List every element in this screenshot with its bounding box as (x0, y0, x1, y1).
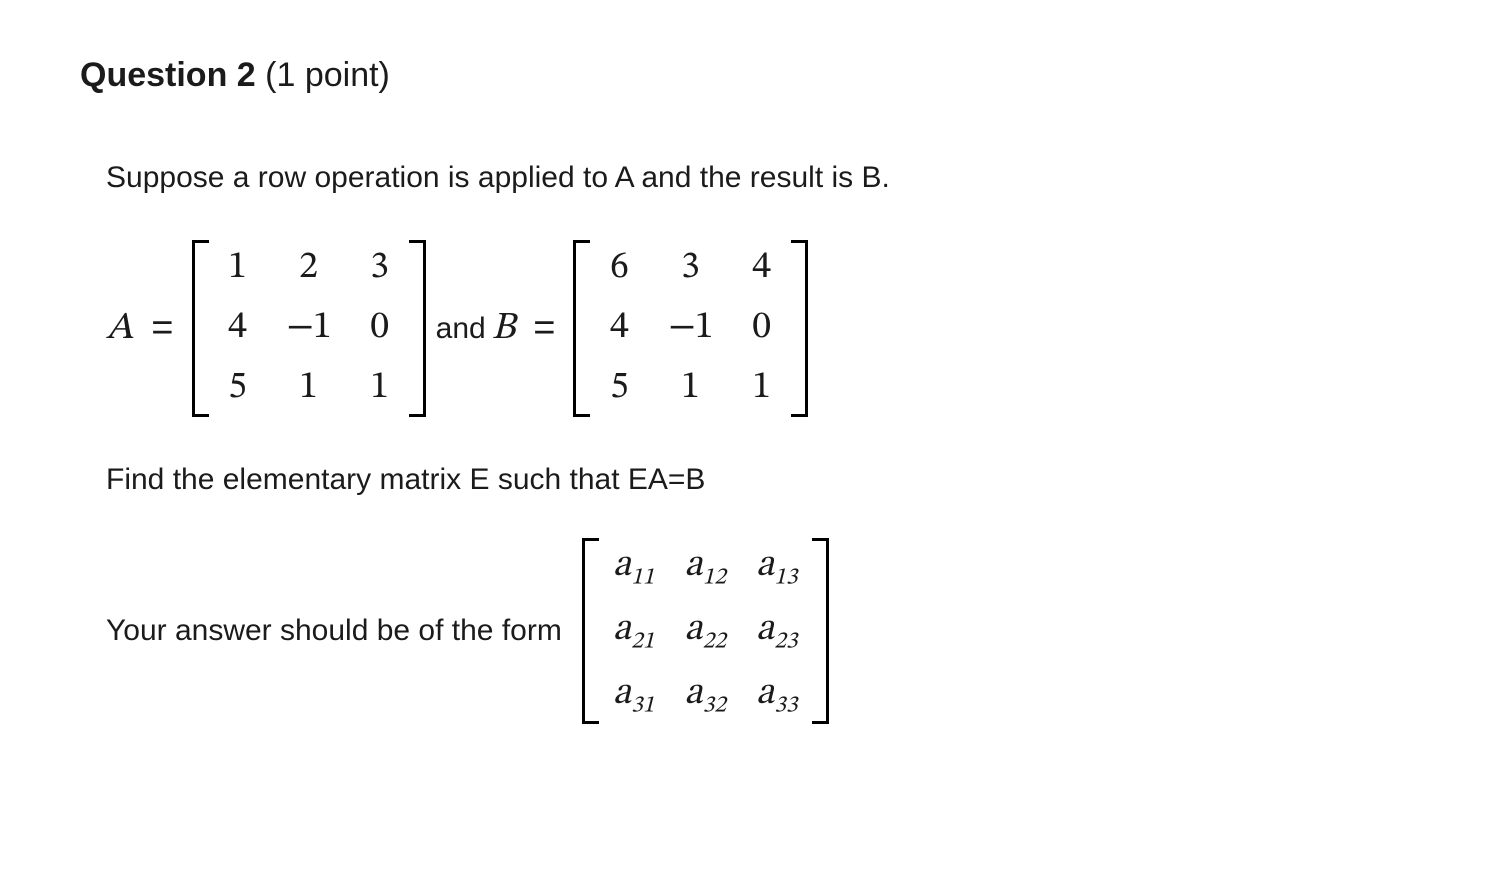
intro-text: Suppose a row operation is applied to A … (106, 155, 1432, 200)
answer-lead-text: Your answer should be of the form (106, 614, 562, 648)
matrix-equation: A = 1 2 3 4 −1 0 5 1 1 and B = 6 3 (106, 240, 1432, 417)
B-r1c2: 3 (668, 248, 712, 290)
matrix-A-body: 1 2 3 4 −1 0 5 1 1 (215, 240, 403, 417)
A-r1c2: 2 (287, 248, 331, 290)
equals-sign-1: = (133, 307, 191, 350)
matrix-A: 1 2 3 4 −1 0 5 1 1 (192, 240, 426, 417)
answer-form-row: Your answer should be of the form a11 a1… (106, 538, 1432, 723)
E-r3c3: a33 (756, 674, 798, 716)
A-r1c3: 3 (365, 248, 395, 290)
E-r3c2: a32 (684, 674, 726, 716)
A-r3c1: 5 (223, 368, 253, 410)
right-bracket-icon (812, 538, 829, 723)
E-r1c2: a12 (684, 546, 726, 588)
right-bracket-icon (791, 240, 808, 417)
question-header: Question 2 (1 point) (80, 56, 1432, 95)
B-r2c3: 0 (747, 308, 777, 350)
B-r2c2: −1 (668, 308, 712, 350)
E-r2c3: a23 (756, 610, 798, 652)
mid-text: Find the elementary matrix E such that E… (106, 457, 1432, 502)
question-page: Question 2 (1 point) Suppose a row opera… (0, 0, 1512, 764)
B-r1c1: 6 (604, 248, 634, 290)
B-r3c3: 1 (747, 368, 777, 410)
E-r3c1: a31 (613, 674, 655, 716)
A-r2c2: −1 (287, 308, 331, 350)
question-label: Question 2 (80, 56, 256, 94)
matrix-B-body: 6 3 4 4 −1 0 5 1 1 (596, 240, 784, 417)
left-bracket-icon (573, 240, 590, 417)
E-r1c1: a11 (613, 546, 655, 588)
A-r2c3: 0 (365, 308, 395, 350)
E-r2c2: a22 (684, 610, 726, 652)
right-bracket-icon (409, 240, 426, 417)
question-points-value: (1 point) (265, 56, 390, 94)
left-bracket-icon (582, 538, 599, 723)
B-r3c1: 5 (604, 368, 634, 410)
B-r1c3: 4 (747, 248, 777, 290)
B-r2c1: 4 (604, 308, 634, 350)
and-text: and (426, 312, 492, 346)
A-r3c3: 1 (365, 368, 395, 410)
matrix-E-body: a11 a12 a13 a21 a22 a23 a31 a32 a33 (605, 538, 806, 723)
var-B: B (492, 305, 515, 353)
var-A: A (106, 305, 133, 353)
matrix-E-template: a11 a12 a13 a21 a22 a23 a31 a32 a33 (582, 538, 829, 723)
left-bracket-icon (192, 240, 209, 417)
equals-sign-2: = (515, 307, 573, 350)
A-r1c1: 1 (223, 248, 253, 290)
B-r3c2: 1 (668, 368, 712, 410)
E-r1c3: a13 (756, 546, 798, 588)
A-r2c1: 4 (223, 308, 253, 350)
A-r3c2: 1 (287, 368, 331, 410)
matrix-B: 6 3 4 4 −1 0 5 1 1 (573, 240, 807, 417)
E-r2c1: a21 (613, 610, 655, 652)
